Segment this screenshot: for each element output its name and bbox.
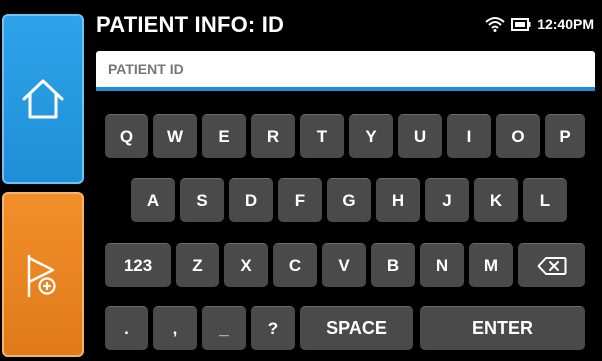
home-button[interactable] <box>2 14 84 184</box>
key-s[interactable]: S <box>180 178 224 222</box>
key-h[interactable]: H <box>376 178 420 222</box>
page-title: PATIENT INFO: ID <box>96 12 285 37</box>
backspace-icon <box>537 256 566 275</box>
key-q[interactable]: Q <box>105 114 148 158</box>
key-comma[interactable]: , <box>153 306 197 350</box>
space-key[interactable]: SPACE <box>300 306 413 350</box>
input-placeholder: PATIENT ID <box>108 61 184 77</box>
key-p[interactable]: P <box>545 114 585 158</box>
patient-id-input[interactable]: PATIENT ID <box>96 51 595 91</box>
key-i[interactable]: I <box>447 114 491 158</box>
add-flag-button[interactable] <box>2 192 84 357</box>
backspace-key[interactable] <box>518 243 585 287</box>
key-question[interactable]: ? <box>251 306 295 350</box>
battery-icon <box>511 17 531 31</box>
key-z[interactable]: Z <box>176 243 219 287</box>
key-m[interactable]: M <box>469 243 513 287</box>
key-period[interactable]: . <box>105 306 148 350</box>
key-b[interactable]: B <box>371 243 415 287</box>
key-w[interactable]: W <box>153 114 197 158</box>
enter-key[interactable]: ENTER <box>420 306 585 350</box>
key-l[interactable]: L <box>523 178 567 222</box>
wifi-icon <box>485 17 505 32</box>
key-123[interactable]: 123 <box>105 243 171 287</box>
key-n[interactable]: N <box>420 243 464 287</box>
key-u[interactable]: U <box>398 114 442 158</box>
clock: 12:40PM <box>537 16 594 32</box>
key-v[interactable]: V <box>322 243 366 287</box>
key-f[interactable]: F <box>278 178 322 222</box>
key-x[interactable]: X <box>224 243 268 287</box>
status-bar: 12:40PM <box>485 16 594 32</box>
key-c[interactable]: C <box>273 243 317 287</box>
key-d[interactable]: D <box>229 178 273 222</box>
home-icon <box>22 79 64 119</box>
key-g[interactable]: G <box>327 178 371 222</box>
flag-add-icon <box>27 254 56 297</box>
key-o[interactable]: O <box>496 114 540 158</box>
key-underscore[interactable]: _ <box>202 306 246 350</box>
key-j[interactable]: J <box>425 178 469 222</box>
key-e[interactable]: E <box>202 114 246 158</box>
key-a[interactable]: A <box>131 178 175 222</box>
key-t[interactable]: T <box>300 114 344 158</box>
key-k[interactable]: K <box>474 178 518 222</box>
key-y[interactable]: Y <box>349 114 393 158</box>
key-r[interactable]: R <box>251 114 295 158</box>
